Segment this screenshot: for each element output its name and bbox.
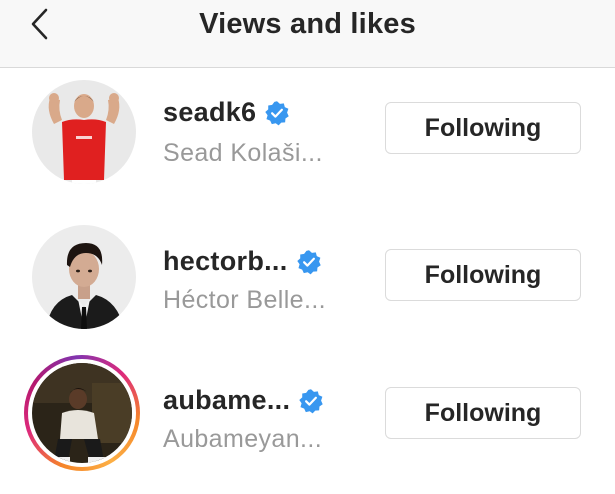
list-item[interactable]: seadk6 Sead Kolaši... Following bbox=[0, 67, 615, 199]
username-line: seadk6 bbox=[163, 97, 290, 128]
username[interactable]: aubame... bbox=[163, 385, 290, 416]
list-item[interactable]: hectorb... Héctor Belle... Following bbox=[0, 213, 615, 345]
following-button[interactable]: Following bbox=[385, 102, 581, 154]
avatar bbox=[32, 363, 132, 463]
verified-badge-icon bbox=[296, 249, 321, 274]
following-button[interactable]: Following bbox=[385, 249, 581, 301]
following-button[interactable]: Following bbox=[385, 387, 581, 439]
username[interactable]: hectorb... bbox=[163, 246, 288, 277]
username-line: aubame... bbox=[163, 385, 324, 416]
username[interactable]: seadk6 bbox=[163, 97, 256, 128]
profile-photo bbox=[32, 225, 136, 329]
avatar[interactable] bbox=[32, 225, 136, 329]
full-name: Aubameyan... bbox=[163, 425, 323, 453]
profile-photo bbox=[32, 80, 136, 184]
views-and-likes-screen: Views and likes seadk6 Sead Kolaši... Fo… bbox=[0, 0, 615, 494]
list-item[interactable]: aubame... Aubameyan... Following bbox=[0, 349, 615, 481]
page-title: Views and likes bbox=[199, 8, 416, 40]
username-line: hectorb... bbox=[163, 246, 322, 277]
navigation-header: Views and likes bbox=[0, 0, 615, 68]
verified-badge-icon bbox=[265, 100, 290, 125]
verified-badge-icon bbox=[299, 388, 323, 413]
profile-photo bbox=[32, 363, 132, 463]
avatar[interactable] bbox=[32, 80, 136, 184]
avatar-story-ring[interactable] bbox=[24, 355, 140, 471]
full-name: Sead Kolaši... bbox=[163, 139, 323, 167]
full-name: Héctor Belle... bbox=[163, 286, 327, 314]
